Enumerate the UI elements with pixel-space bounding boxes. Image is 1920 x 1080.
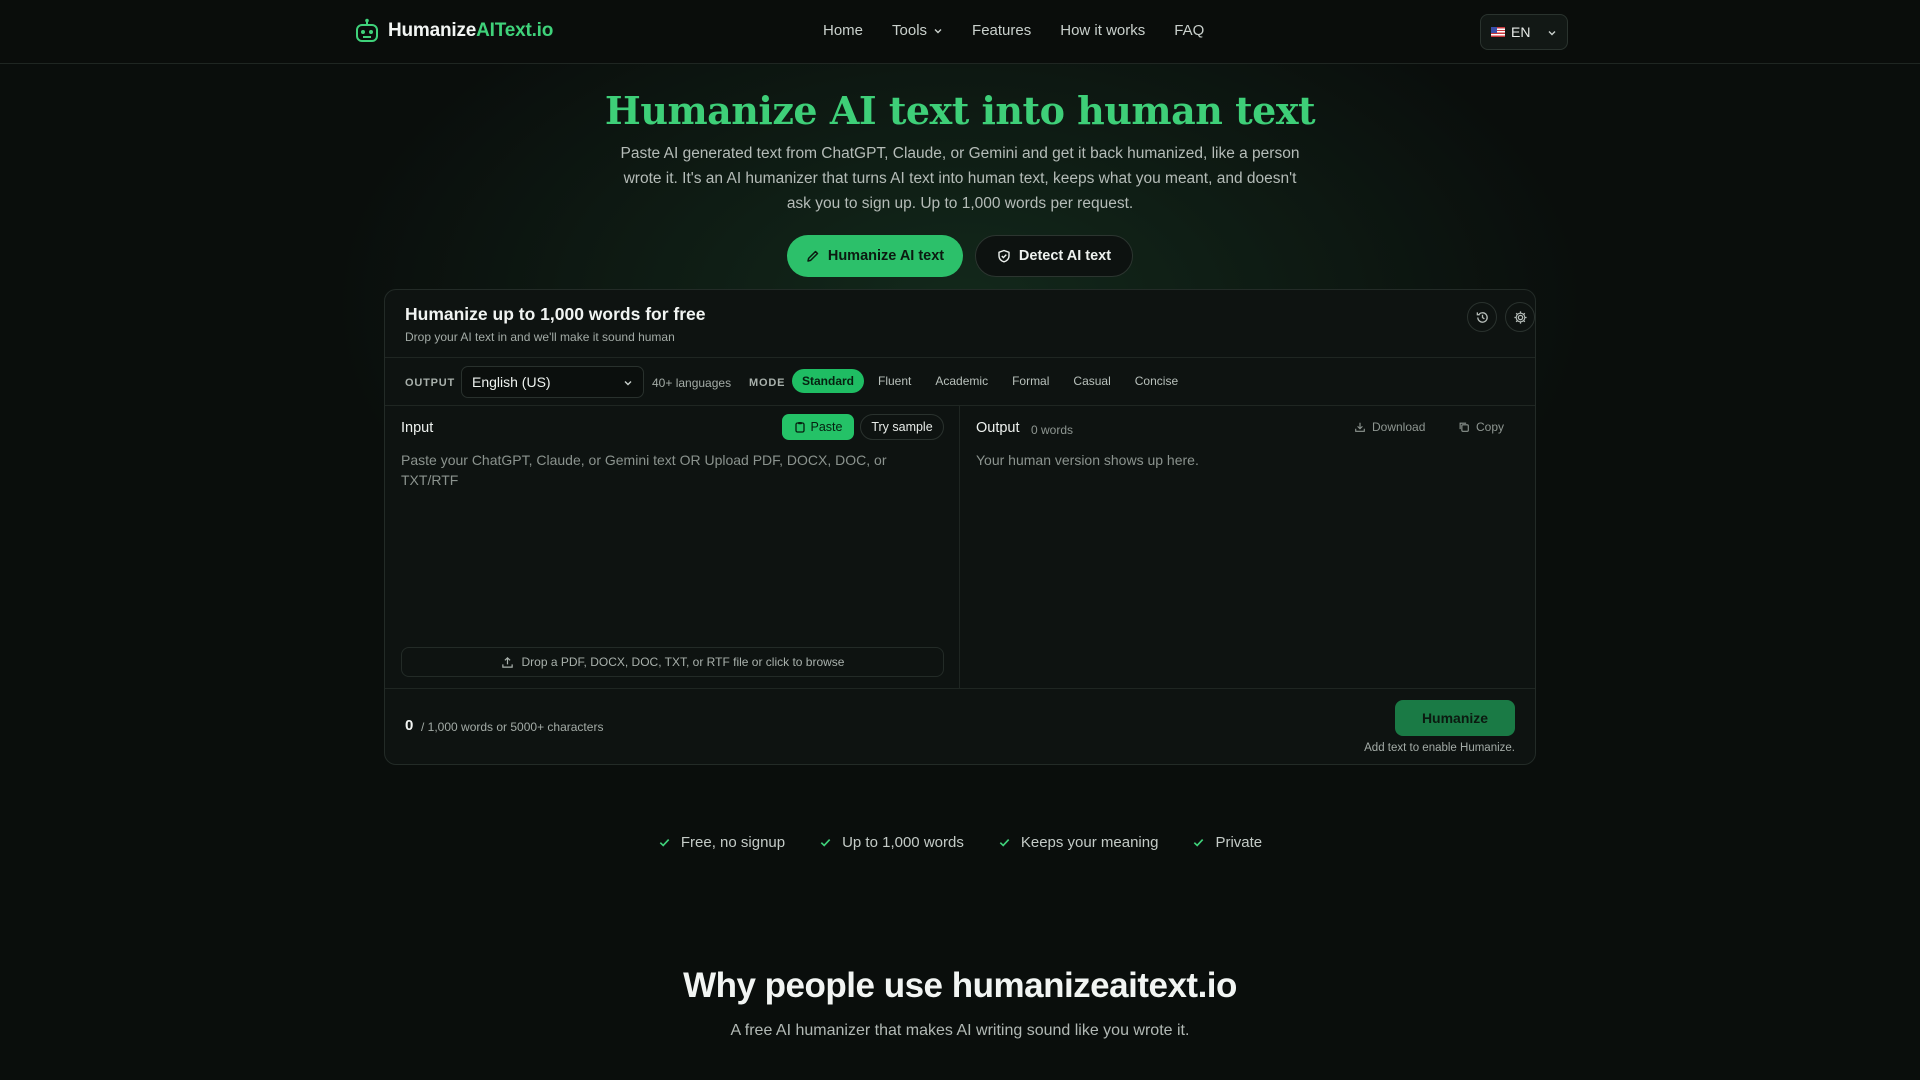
humanize-button[interactable]: Humanize [1395, 700, 1515, 736]
upload-icon [501, 656, 513, 668]
feature-badges: Free, no signup Up to 1,000 words Keeps … [0, 834, 1920, 851]
history-button[interactable] [1467, 302, 1497, 332]
language-code: EN [1511, 24, 1531, 40]
detect-ai-text-label: Detect AI text [1018, 248, 1112, 264]
download-label: Download [1372, 420, 1426, 434]
mode-casual[interactable]: Casual [1063, 369, 1120, 393]
hero-subtitle: Paste AI generated text from ChatGPT, Cl… [620, 145, 1300, 212]
mode-concise[interactable]: Concise [1125, 369, 1188, 393]
card-title: Humanize up to 1,000 words for free [405, 304, 706, 324]
badge-label: Free, no signup [680, 834, 786, 851]
mode-academic[interactable]: Academic [925, 369, 998, 393]
mode-label: MODE [749, 377, 786, 389]
gear-icon [1513, 310, 1527, 324]
history-icon [1476, 311, 1488, 323]
detect-ai-text-button[interactable]: Detect AI text [975, 235, 1133, 277]
badge-free: Free, no signup [658, 834, 785, 851]
paste-label: Paste [810, 420, 843, 434]
word-limit: / 1,000 words or 5000+ characters [421, 720, 604, 734]
badge-word-limit: Up to 1,000 words [819, 834, 964, 851]
nav-tools-label: Tools [892, 22, 928, 39]
why-section-title: Why people use humanizeaitext.io [683, 966, 1237, 1005]
mode-options: Standard Fluent Academic Formal Casual C… [792, 369, 1188, 393]
mode-fluent[interactable]: Fluent [868, 369, 921, 393]
languages-note: 40+ languages [652, 376, 732, 390]
output-language-select[interactable]: English (US) [461, 366, 644, 398]
options-toolbar: OUTPUT English (US) 40+ languages MODE S… [385, 358, 1535, 406]
card-header: Humanize up to 1,000 words for free Drop… [385, 290, 1535, 358]
nav-how-it-works[interactable]: How it works [1060, 22, 1145, 39]
output-pane-label: Output [976, 420, 1020, 436]
copy-label: Copy [1476, 420, 1505, 434]
brand-logo[interactable]: HumanizeAIText.io [354, 18, 553, 44]
copy-button[interactable]: Copy [1448, 414, 1514, 440]
chevron-down-icon [624, 381, 632, 386]
check-icon [999, 838, 1010, 847]
badge-private: Private [1192, 834, 1262, 851]
input-pane: Input Paste Try sample Paste your ChatGP… [385, 406, 960, 688]
output-label: OUTPUT [405, 377, 456, 389]
hero-title: Humanize AI text into human text [604, 88, 1316, 133]
download-icon [1355, 422, 1365, 432]
humanize-hint: Add text to enable Humanize. [1364, 742, 1515, 754]
top-navigation: HumanizeAIText.io Home Tools Features Ho… [0, 0, 1920, 64]
output-language-value: English (US) [472, 374, 551, 390]
shield-check-icon [998, 249, 1010, 263]
nav-tools[interactable]: Tools [892, 22, 943, 39]
clipboard-icon [794, 422, 805, 433]
badge-label: Keeps your meaning [1020, 834, 1159, 851]
nav-faq[interactable]: FAQ [1174, 22, 1204, 39]
chevron-down-icon [1548, 31, 1556, 36]
humanize-ai-text-button[interactable]: Humanize AI text [787, 235, 963, 277]
output-pane: Output 0 words Download Copy Your human … [960, 406, 1535, 688]
why-section-subtitle: A free AI humanizer that makes AI writin… [730, 1022, 1190, 1039]
file-dropzone[interactable]: Drop a PDF, DOCX, DOC, TXT, or RTF file … [401, 647, 944, 677]
language-selector[interactable]: EN [1480, 14, 1568, 50]
settings-button[interactable] [1505, 302, 1535, 332]
mode-standard[interactable]: Standard [792, 369, 865, 393]
input-label: Input [401, 420, 434, 436]
robot-icon [356, 18, 378, 42]
output-word-count: 0 words [1031, 423, 1074, 437]
dropzone-label: Drop a PDF, DOCX, DOC, TXT, or RTF file … [521, 655, 845, 669]
chevron-down-icon [934, 28, 942, 33]
copy-icon [1459, 422, 1469, 432]
nav-home[interactable]: Home [823, 22, 863, 39]
us-flag-icon [1491, 27, 1505, 37]
paste-button[interactable]: Paste [782, 414, 854, 440]
input-textarea[interactable]: Paste your ChatGPT, Claude, or Gemini te… [401, 450, 921, 490]
check-icon [659, 838, 670, 847]
badge-meaning: Keeps your meaning [998, 834, 1159, 851]
output-text: Your human version shows up here. [976, 452, 1199, 468]
badge-label: Up to 1,000 words [842, 834, 964, 851]
download-button[interactable]: Download [1344, 414, 1435, 440]
nav-links: Home Tools Features How it works FAQ [823, 22, 1204, 39]
card-footer: 0 / 1,000 words or 5000+ characters Huma… [385, 688, 1535, 764]
humanize-ai-text-label: Humanize AI text [827, 248, 945, 264]
badge-label: Private [1215, 834, 1263, 851]
card-description: Drop your AI text in and we'll make it s… [405, 330, 675, 344]
try-sample-button[interactable]: Try sample [860, 414, 944, 440]
humanizer-card: Humanize up to 1,000 words for free Drop… [384, 289, 1536, 765]
brand-name: HumanizeAIText.io [388, 20, 554, 41]
nav-features[interactable]: Features [972, 22, 1031, 39]
mode-formal[interactable]: Formal [1002, 369, 1059, 393]
check-icon [820, 838, 831, 847]
pencil-icon [807, 250, 819, 262]
check-icon [1194, 838, 1204, 847]
word-count: 0 [405, 717, 414, 734]
